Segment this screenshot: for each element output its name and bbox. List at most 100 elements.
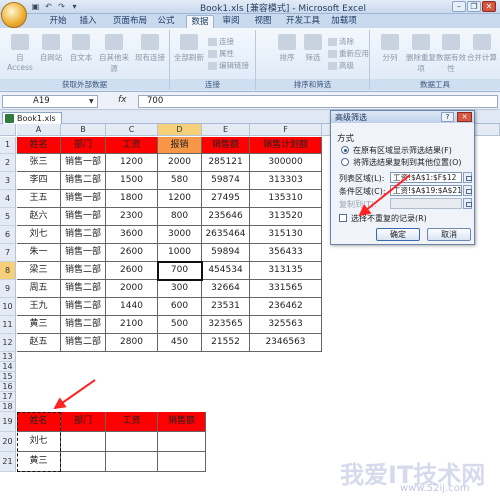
- table-cell[interactable]: 王五: [17, 190, 61, 208]
- save-icon[interactable]: ▣: [30, 1, 41, 12]
- option-in-place-label[interactable]: 在原有区域显示筛选结果(F): [353, 145, 452, 156]
- unique-records-label[interactable]: 选择不重复的记录(R): [351, 213, 427, 224]
- table-cell[interactable]: 销售二部: [61, 334, 106, 352]
- table-cell[interactable]: 2346563: [250, 334, 322, 352]
- table-cell[interactable]: 23531: [202, 298, 250, 316]
- table-cell[interactable]: 235646: [202, 208, 250, 226]
- from-web-button[interactable]: 自网站: [36, 34, 66, 63]
- row-header[interactable]: 17: [0, 392, 16, 402]
- row-header[interactable]: 11: [0, 316, 16, 334]
- table-cell[interactable]: 580: [158, 172, 202, 190]
- tab-7[interactable]: 开发工具: [282, 15, 324, 28]
- row-header[interactable]: 18: [0, 402, 16, 412]
- row-header[interactable]: 20: [0, 432, 16, 452]
- table-cell[interactable]: 1500: [106, 172, 158, 190]
- table-cell[interactable]: 销售二部: [61, 280, 106, 298]
- from-text-button[interactable]: 自文本: [66, 34, 96, 63]
- insert-function-icon[interactable]: fx: [118, 95, 127, 105]
- criteria-cell[interactable]: 刘七: [17, 432, 61, 452]
- table-header-cell[interactable]: 销售计划额: [250, 137, 322, 154]
- tab-0[interactable]: 开始: [44, 15, 72, 28]
- table-cell[interactable]: 2800: [106, 334, 158, 352]
- table-cell[interactable]: 1200: [106, 154, 158, 172]
- table-cell[interactable]: 销售二部: [61, 298, 106, 316]
- table-cell[interactable]: 313135: [250, 262, 322, 280]
- criteria-cell[interactable]: [61, 432, 106, 452]
- tab-8[interactable]: 加载项: [328, 15, 360, 28]
- office-button[interactable]: [1, 2, 27, 28]
- properties-button[interactable]: 属性: [208, 48, 234, 59]
- row-header[interactable]: 7: [0, 244, 16, 262]
- close-window-button[interactable]: ✕: [482, 1, 496, 12]
- tab-1[interactable]: 插入: [74, 15, 102, 28]
- row-header[interactable]: 3: [0, 172, 16, 190]
- criteria-cell[interactable]: [106, 452, 158, 472]
- table-header-cell[interactable]: 报销: [158, 137, 202, 154]
- name-box[interactable]: A19: [2, 95, 98, 108]
- table-cell[interactable]: 黄三: [17, 316, 61, 334]
- table-cell[interactable]: 梁三: [17, 262, 61, 280]
- table-header-cell[interactable]: 工资: [106, 137, 158, 154]
- table-cell[interactable]: 2600: [106, 262, 158, 280]
- existing-connections-button[interactable]: 现有连接: [133, 34, 167, 63]
- list-range-collapse-button[interactable]: [463, 172, 472, 183]
- row-header[interactable]: 19: [0, 412, 16, 432]
- radio-copy-to-location[interactable]: [341, 158, 349, 166]
- criteria-header-cell[interactable]: 姓名: [17, 412, 61, 432]
- row-header[interactable]: 13: [0, 352, 16, 362]
- formula-input[interactable]: 700: [138, 95, 498, 108]
- filter-button[interactable]: 筛选: [300, 34, 326, 63]
- option-copy-label[interactable]: 将筛选结果复制到其他位置(O): [353, 157, 462, 168]
- criteria-cell[interactable]: 黄三: [17, 452, 61, 472]
- table-cell[interactable]: 300000: [250, 154, 322, 172]
- from-access-button[interactable]: 自 Access: [4, 34, 36, 72]
- text-to-columns-button[interactable]: 分列: [376, 34, 404, 63]
- table-cell[interactable]: 59894: [202, 244, 250, 262]
- table-cell[interactable]: 1000: [158, 244, 202, 262]
- table-cell[interactable]: 300: [158, 280, 202, 298]
- column-header[interactable]: D: [158, 124, 202, 136]
- table-cell[interactable]: 313520: [250, 208, 322, 226]
- tab-3[interactable]: 公式: [152, 15, 180, 28]
- from-other-sources-button[interactable]: 自其他来源: [96, 34, 132, 74]
- table-cell[interactable]: 454534: [202, 262, 250, 280]
- table-cell[interactable]: 325563: [250, 316, 322, 334]
- row-header[interactable]: 15: [0, 372, 16, 382]
- row-header[interactable]: 1: [0, 137, 16, 154]
- column-header[interactable]: F: [250, 124, 322, 136]
- dialog-title-bar[interactable]: 高级筛选 ? ✕: [331, 111, 474, 123]
- criteria-header-cell[interactable]: 工资: [106, 412, 158, 432]
- workbook-tab[interactable]: Book1.xls: [2, 112, 62, 124]
- table-cell[interactable]: 1440: [106, 298, 158, 316]
- table-cell[interactable]: 135310: [250, 190, 322, 208]
- table-cell[interactable]: 2100: [106, 316, 158, 334]
- table-cell[interactable]: 销售二部: [61, 316, 106, 334]
- table-cell[interactable]: 2000: [158, 154, 202, 172]
- table-cell[interactable]: 700: [158, 262, 202, 280]
- criteria-cell[interactable]: [158, 432, 206, 452]
- tab-4[interactable]: 数据: [186, 15, 214, 28]
- criteria-cell[interactable]: [61, 452, 106, 472]
- table-cell[interactable]: 朱一: [17, 244, 61, 262]
- table-cell[interactable]: 450: [158, 334, 202, 352]
- data-validation-button[interactable]: 数据有效性: [436, 34, 466, 74]
- dialog-close-button[interactable]: ✕: [457, 112, 472, 122]
- select-all-corner[interactable]: [0, 124, 16, 136]
- help-button[interactable]: ?: [441, 112, 454, 122]
- clear-filter-button[interactable]: 清除: [328, 36, 354, 47]
- table-cell[interactable]: 赵六: [17, 208, 61, 226]
- table-cell[interactable]: 2000: [106, 280, 158, 298]
- table-cell[interactable]: 356433: [250, 244, 322, 262]
- tab-5[interactable]: 审阅: [218, 15, 244, 28]
- table-cell[interactable]: 3600: [106, 226, 158, 244]
- radio-filter-in-place[interactable]: [341, 146, 349, 154]
- table-cell[interactable]: 张三: [17, 154, 61, 172]
- table-cell[interactable]: 313303: [250, 172, 322, 190]
- table-cell[interactable]: 1200: [158, 190, 202, 208]
- criteria-header-cell[interactable]: 部门: [61, 412, 106, 432]
- connections-button[interactable]: 连接: [208, 36, 234, 47]
- table-cell[interactable]: 315130: [250, 226, 322, 244]
- row-header[interactable]: 9: [0, 280, 16, 298]
- unique-records-checkbox[interactable]: [339, 214, 347, 222]
- table-cell[interactable]: 销售二部: [61, 172, 106, 190]
